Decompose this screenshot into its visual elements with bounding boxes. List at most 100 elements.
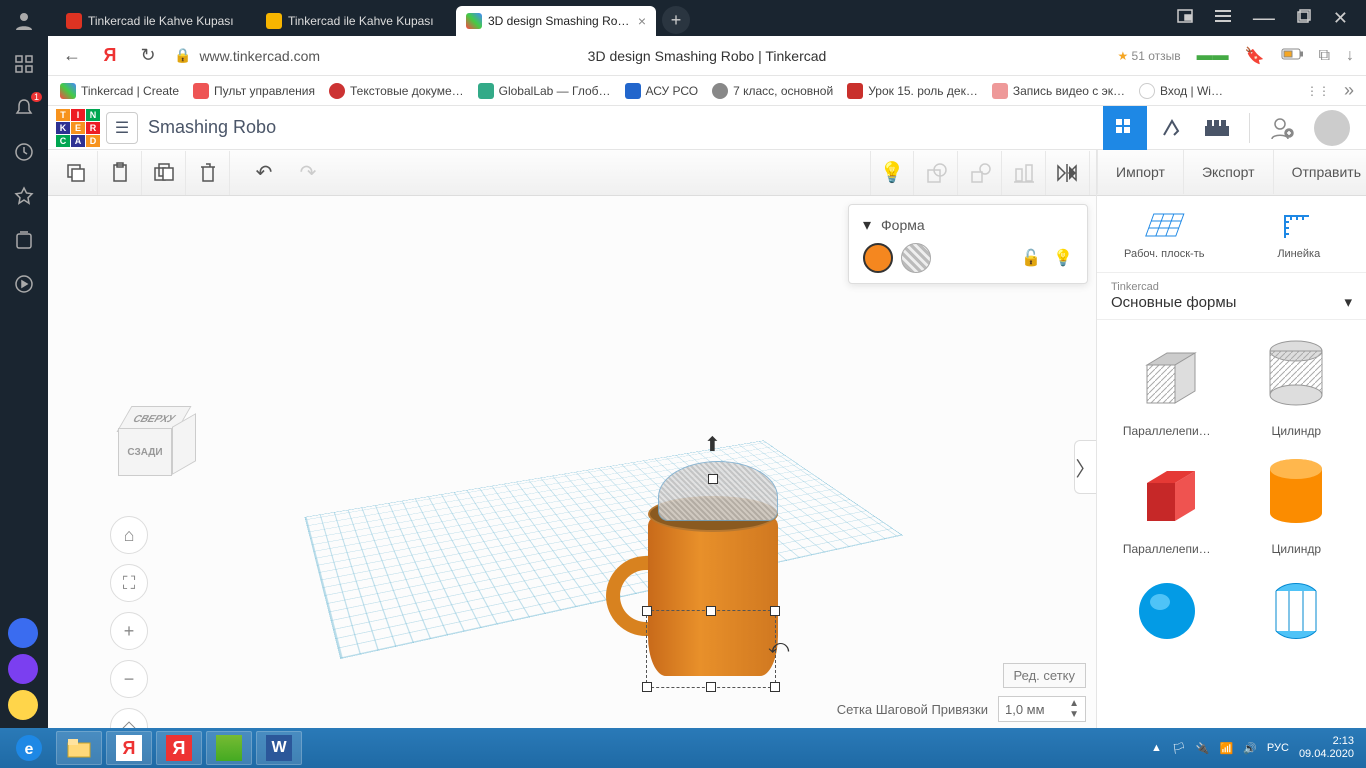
- bubble-icon[interactable]: [8, 654, 38, 684]
- bookmarks-overflow-icon[interactable]: »: [1344, 80, 1354, 101]
- minecraft-mode-button[interactable]: [1149, 106, 1193, 150]
- hole-swatch[interactable]: [901, 243, 931, 273]
- rotate-icon[interactable]: ⤺: [768, 636, 789, 659]
- project-title[interactable]: Smashing Robo: [148, 117, 276, 138]
- bubble-icon[interactable]: [8, 690, 38, 720]
- collapse-icon[interactable]: ▾: [863, 215, 871, 235]
- shape-box-solid[interactable]: Параллелепи…: [1105, 448, 1229, 556]
- shape-cylinder-hole[interactable]: Цилиндр: [1235, 330, 1359, 438]
- group-button[interactable]: [914, 151, 958, 195]
- bookmark-item[interactable]: 7 класс, основной: [712, 83, 833, 99]
- add-user-icon[interactable]: [1260, 106, 1304, 150]
- yandex-taskbar-icon-2[interactable]: Я: [156, 731, 202, 765]
- view-cube[interactable]: СВЕРХУ СЗАДИ: [118, 406, 198, 486]
- shield-icon[interactable]: ▬▬: [1197, 47, 1229, 65]
- copy-button[interactable]: [54, 151, 98, 195]
- solid-color-swatch[interactable]: [863, 243, 893, 273]
- panel-collapse-handle[interactable]: 〉: [1074, 440, 1096, 494]
- apps-icon[interactable]: [12, 52, 36, 76]
- profile-icon[interactable]: [12, 8, 36, 32]
- word-taskbar-icon[interactable]: W: [256, 731, 302, 765]
- bookmark-icon[interactable]: 🔖: [1245, 46, 1265, 66]
- notifications-icon[interactable]: 1: [12, 96, 36, 120]
- flag-icon[interactable]: 🏳: [1172, 742, 1186, 755]
- app-taskbar-icon[interactable]: [206, 731, 252, 765]
- star-icon[interactable]: [12, 184, 36, 208]
- paste-button[interactable]: [98, 151, 142, 195]
- duplicate-button[interactable]: [142, 151, 186, 195]
- battery-icon[interactable]: [1281, 47, 1303, 65]
- tinkercad-logo[interactable]: TIN KER CAD: [56, 109, 100, 147]
- viewcube-front[interactable]: СЗАДИ: [118, 428, 172, 476]
- edit-grid-button[interactable]: Ред. сетку: [1003, 663, 1086, 688]
- yandex-taskbar-icon[interactable]: Я: [106, 731, 152, 765]
- back-button[interactable]: ←: [60, 44, 84, 68]
- menu-icon[interactable]: [1215, 9, 1231, 27]
- import-button[interactable]: Импорт: [1097, 150, 1183, 194]
- resize-handle[interactable]: [642, 606, 652, 616]
- resize-handle[interactable]: [706, 682, 716, 692]
- align-button[interactable]: [1002, 151, 1046, 195]
- extensions-icon[interactable]: ⧉: [1319, 47, 1330, 65]
- send-button[interactable]: Отправить: [1273, 150, 1366, 194]
- snap-grid-select[interactable]: 1,0 мм▲▼: [998, 696, 1086, 722]
- reload-button[interactable]: ↻: [136, 44, 160, 68]
- bookmark-item[interactable]: GlobalLab — Глоб…: [478, 83, 611, 99]
- bookmark-item[interactable]: АСУ РСО: [625, 83, 699, 99]
- browser-tab-active[interactable]: 3D design Smashing Ro…×: [456, 6, 656, 36]
- yandex-button[interactable]: Я: [98, 44, 122, 68]
- height-handle[interactable]: [708, 474, 718, 484]
- user-avatar[interactable]: [1314, 110, 1350, 146]
- shape-sphere[interactable]: [1105, 566, 1229, 660]
- tray-arrow-icon[interactable]: ▲: [1151, 742, 1162, 754]
- zoom-out-button[interactable]: −: [110, 660, 148, 698]
- resize-handle[interactable]: [770, 682, 780, 692]
- shape-torus[interactable]: [1235, 566, 1359, 660]
- lock-icon[interactable]: 🔓: [1021, 248, 1041, 268]
- mirror-button[interactable]: [1046, 151, 1090, 195]
- home-view-button[interactable]: ⌂: [110, 516, 148, 554]
- lego-mode-button[interactable]: [1195, 106, 1239, 150]
- bulb-icon[interactable]: 💡: [870, 151, 914, 195]
- redo-button[interactable]: ↷: [286, 151, 330, 195]
- volume-icon[interactable]: 🔊: [1243, 742, 1257, 755]
- shape-box-hole[interactable]: Параллелепи…: [1105, 330, 1229, 438]
- resize-handle[interactable]: [642, 682, 652, 692]
- close-tab-icon[interactable]: ×: [638, 13, 646, 29]
- bookmark-item[interactable]: Вход | Wi…: [1139, 83, 1223, 99]
- browser-tab[interactable]: Tinkercad ile Kahve Kupası: [56, 6, 256, 36]
- rating-badge[interactable]: ★ 51 отзыв: [1117, 49, 1180, 63]
- fit-view-button[interactable]: ⛶: [110, 564, 148, 602]
- ext-dots-icon[interactable]: ⋮⋮: [1306, 84, 1330, 98]
- browser-tab[interactable]: Tinkercad ile Kahve Kupası: [256, 6, 456, 36]
- start-button[interactable]: e: [6, 731, 52, 765]
- close-icon[interactable]: ✕: [1333, 8, 1348, 29]
- history-icon[interactable]: [12, 140, 36, 164]
- explorer-taskbar-icon[interactable]: [56, 731, 102, 765]
- bubble-icon[interactable]: [8, 618, 38, 648]
- collections-icon[interactable]: [12, 228, 36, 252]
- ungroup-button[interactable]: [958, 151, 1002, 195]
- bookmark-item[interactable]: Запись видео с эк…: [992, 83, 1125, 99]
- zoom-in-button[interactable]: +: [110, 612, 148, 650]
- blocks-mode-button[interactable]: [1103, 106, 1147, 150]
- ortho-view-button[interactable]: ◇: [110, 708, 148, 728]
- bookmark-item[interactable]: Пульт управления: [193, 83, 315, 99]
- maximize-icon[interactable]: [1297, 9, 1311, 28]
- language-indicator[interactable]: РУС: [1267, 742, 1289, 754]
- shape-cylinder-solid[interactable]: Цилиндр: [1235, 448, 1359, 556]
- power-icon[interactable]: 🔌: [1196, 742, 1210, 755]
- undo-button[interactable]: ↶: [242, 151, 286, 195]
- pip-icon[interactable]: [1177, 9, 1193, 28]
- bookmark-item[interactable]: Текстовые докуме…: [329, 83, 464, 99]
- clock[interactable]: 2:13 09.04.2020: [1299, 735, 1354, 761]
- shape-category-selector[interactable]: Tinkercad Основные формы▾: [1097, 272, 1366, 320]
- export-button[interactable]: Экспорт: [1183, 150, 1273, 194]
- new-tab-button[interactable]: +: [662, 6, 690, 34]
- network-icon[interactable]: 📶: [1220, 742, 1234, 755]
- delete-button[interactable]: [186, 151, 230, 195]
- resize-handle[interactable]: [770, 606, 780, 616]
- downloads-icon[interactable]: ↓: [1346, 47, 1354, 65]
- bookmark-item[interactable]: Урок 15. роль дек…: [847, 83, 978, 99]
- workplane-tool[interactable]: Рабоч. плоск-ть: [1097, 208, 1232, 260]
